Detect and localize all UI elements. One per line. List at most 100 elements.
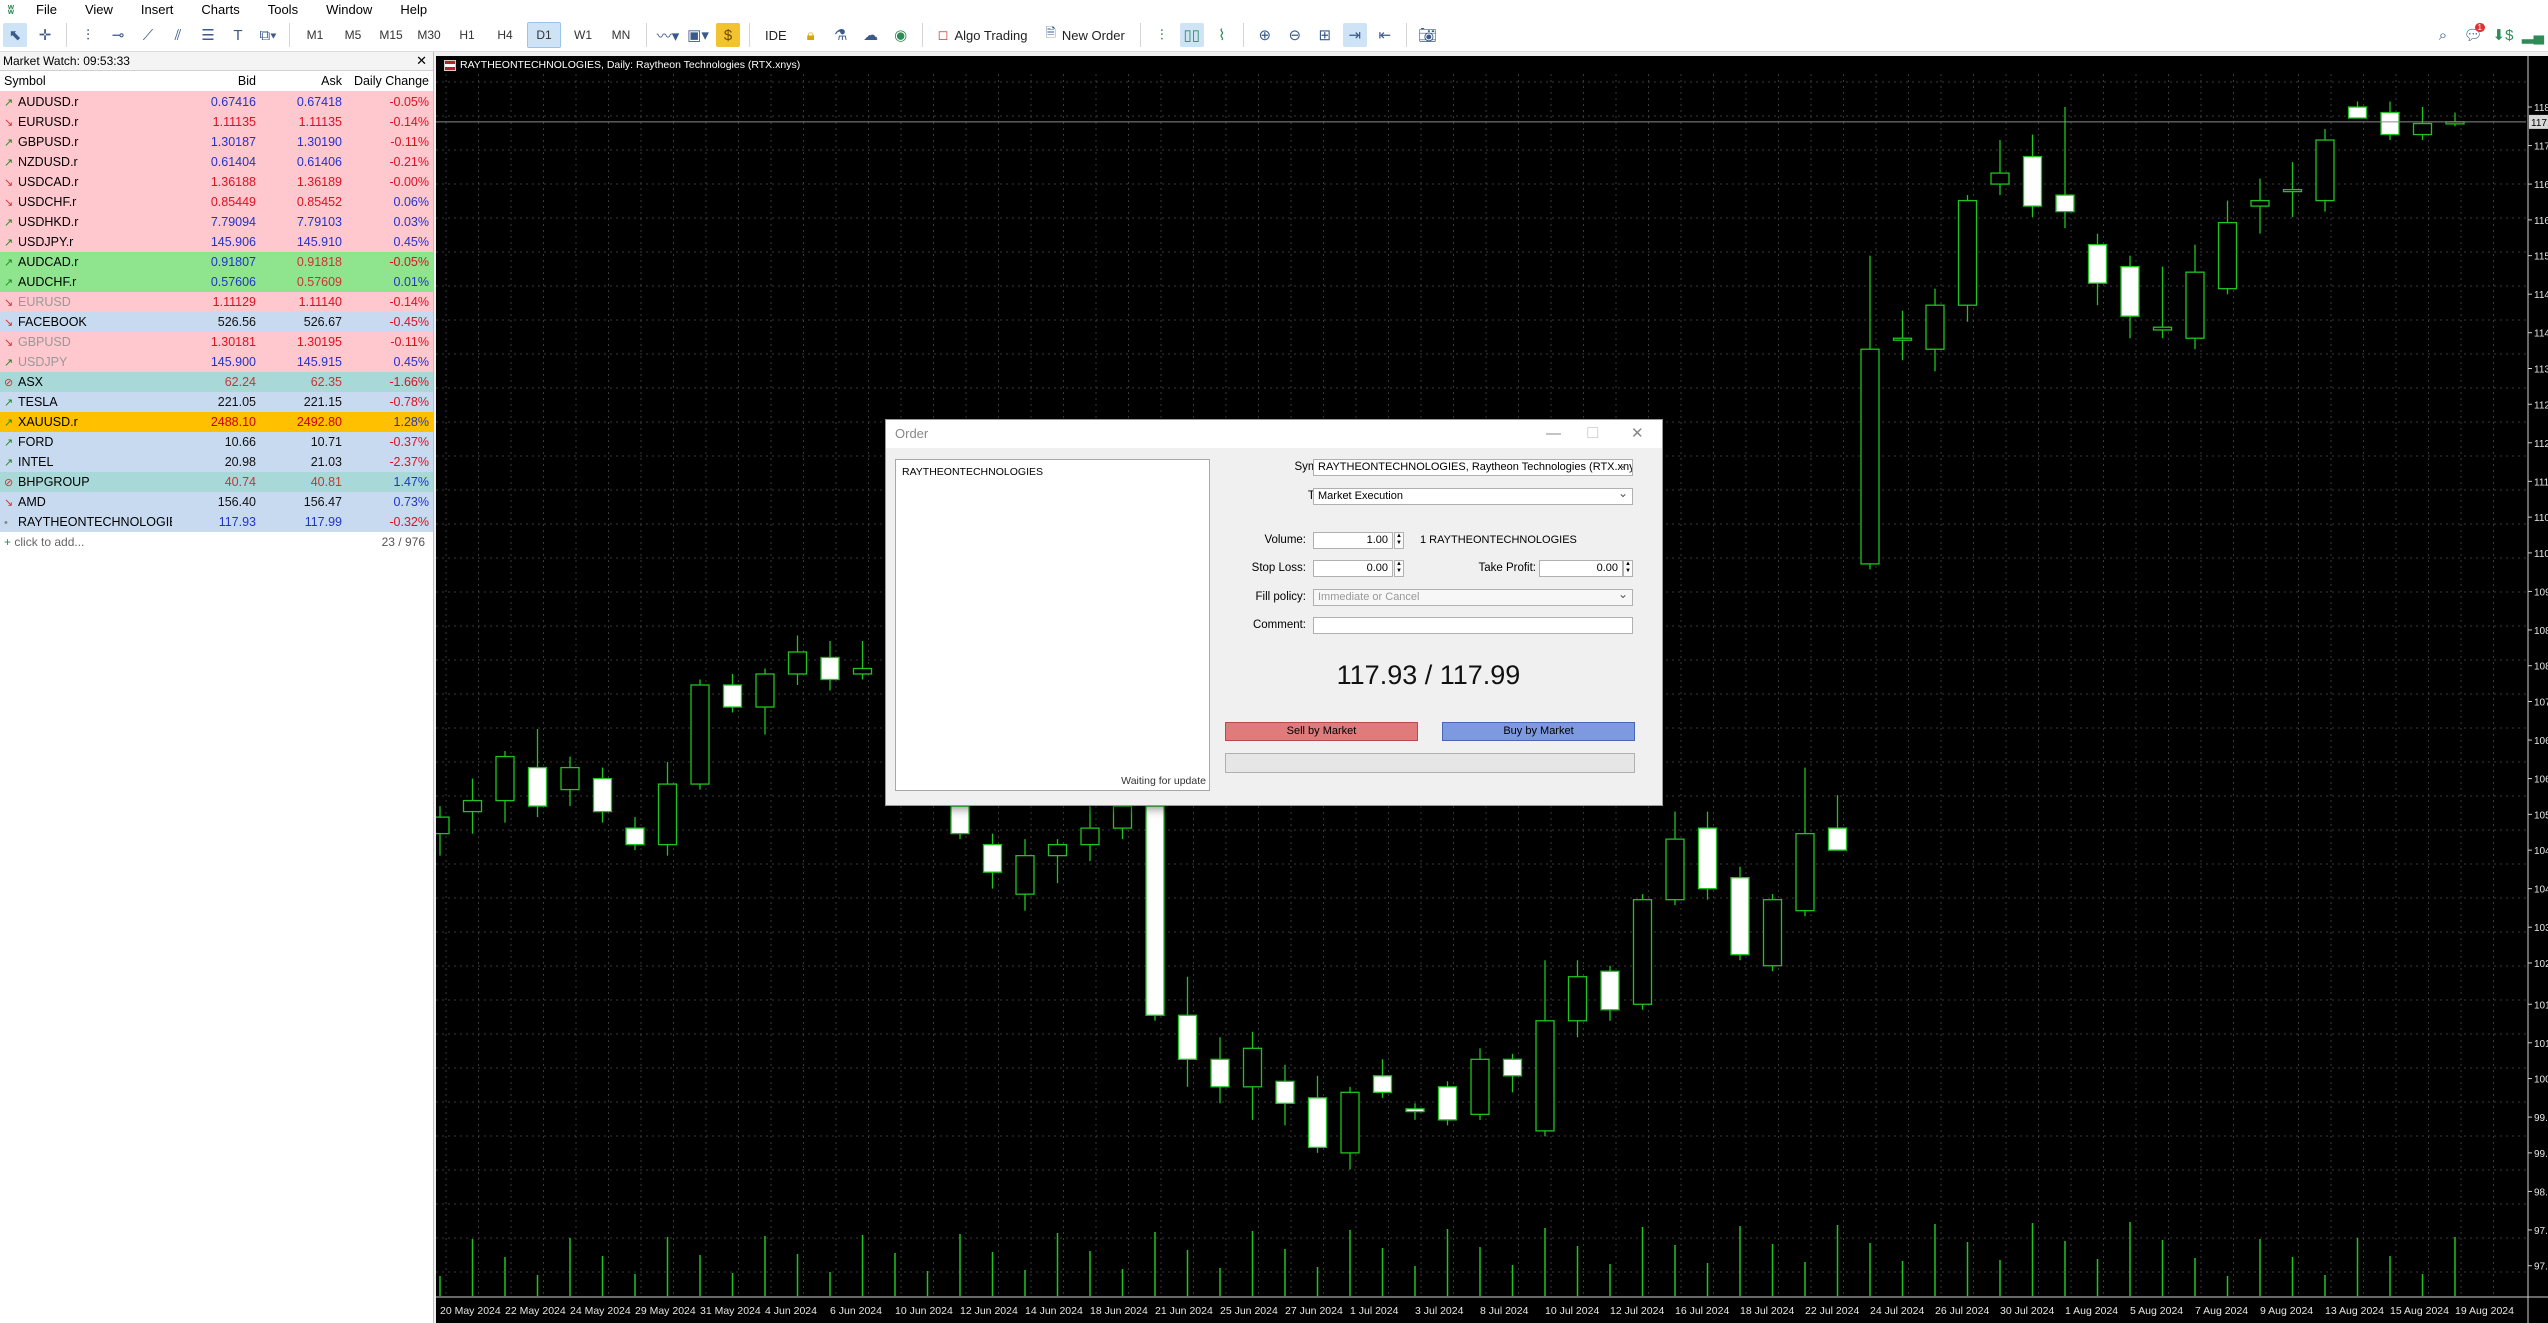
market-watch-row[interactable]: ⊘ BHPGROUP 40.74 40.81 1.47%	[0, 472, 433, 492]
candle-body[interactable]	[1990, 172, 2010, 185]
candle-body[interactable]	[560, 766, 580, 791]
candle-body[interactable]	[1177, 1014, 1198, 1060]
lock-icon[interactable]: 🔒︎	[799, 23, 823, 47]
candle-body[interactable]	[625, 827, 645, 846]
tile-windows-icon[interactable]: ⊞	[1313, 23, 1337, 47]
timeframe-w1[interactable]: W1	[567, 23, 599, 47]
type-select[interactable]: Market Execution	[1313, 488, 1633, 505]
market-watch-row[interactable]: ↘ AMD 156.40 156.47 0.73%	[0, 492, 433, 512]
market-watch-row[interactable]: ↘ USDCAD.r 1.36188 1.36189 -0.00%	[0, 172, 433, 192]
candle-body[interactable]	[1145, 805, 1165, 1016]
timeframe-mn[interactable]: MN	[605, 23, 637, 47]
candle-body[interactable]	[2282, 188, 2303, 193]
market-watch-row[interactable]: ↗ NZDUSD.r 0.61404 0.61406 -0.21%	[0, 152, 433, 172]
templates-icon[interactable]: ▣▾	[686, 23, 710, 47]
market-watch-row[interactable]: ↘ EURUSD.r 1.11135 1.11135 -0.14%	[0, 112, 433, 132]
candle-body[interactable]	[2217, 221, 2238, 290]
timeframe-m30[interactable]: M30	[413, 23, 445, 47]
ide-button[interactable]: IDE	[759, 23, 793, 47]
search-icon[interactable]: ⌕	[2431, 23, 2455, 47]
candle-body[interactable]	[1210, 1058, 1230, 1088]
candle-body[interactable]	[1795, 832, 1815, 912]
candle-body[interactable]	[592, 777, 613, 813]
candle-body[interactable]	[1307, 1097, 1328, 1149]
market-watch-row[interactable]: ↗ USDJPY 145.900 145.915 0.45%	[0, 352, 433, 372]
stop-loss-input[interactable]: 0.00	[1313, 560, 1393, 577]
candle-body[interactable]	[1567, 976, 1588, 1022]
comment-input[interactable]	[1313, 617, 1633, 634]
market-watch-row[interactable]: ↗ USDJPY.r 145.906 145.910 0.45%	[0, 232, 433, 252]
fibonacci-icon[interactable]: ☰	[196, 23, 220, 47]
shapes-icon[interactable]: ⧉▾	[256, 23, 280, 47]
market-watch-row[interactable]: ↘ USDCHF.r 0.85449 0.85452 0.06%	[0, 192, 433, 212]
candle-body[interactable]	[2412, 122, 2433, 136]
candle-body[interactable]	[2055, 194, 2075, 213]
indicators-icon[interactable]: 〰▾	[656, 23, 680, 47]
timeframe-m15[interactable]: M15	[375, 23, 407, 47]
market-watch-row[interactable]: ↗ AUDCHF.r 0.57606 0.57609 0.01%	[0, 272, 433, 292]
candle-body[interactable]	[1470, 1058, 1490, 1116]
symbol-select[interactable]: RAYTHEONTECHNOLOGIES, Raytheon Technolog…	[1313, 459, 1633, 476]
market-watch-row[interactable]: ↗ INTEL 20.98 21.03 -2.37%	[0, 452, 433, 472]
timeframe-m1[interactable]: M1	[299, 23, 331, 47]
candle-body[interactable]	[2022, 155, 2043, 207]
screenshot-icon[interactable]: 📷︎	[1416, 23, 1440, 47]
candle-body[interactable]	[690, 684, 710, 785]
account-icon[interactable]: ⬇$	[2491, 23, 2515, 47]
market-watch-row[interactable]: ↘ FACEBOOK 526.56 526.67 -0.45%	[0, 312, 433, 332]
candle-body[interactable]	[1372, 1075, 1393, 1093]
candle-body[interactable]	[1697, 827, 1718, 890]
candle-body[interactable]	[1535, 1020, 1555, 1132]
candle-body[interactable]	[852, 667, 873, 675]
zoom-out-icon[interactable]: ⊖	[1283, 23, 1307, 47]
timeframe-h4[interactable]: H4	[489, 23, 521, 47]
buy-by-market-button[interactable]: Buy by Market	[1442, 722, 1635, 741]
candle-body[interactable]	[1762, 899, 1783, 967]
candle-body[interactable]	[1275, 1080, 1295, 1104]
candle-body[interactable]	[2185, 271, 2205, 339]
tester-icon[interactable]: ⚗	[829, 23, 853, 47]
cursor-icon[interactable]: ⬉	[3, 23, 27, 47]
market-watch-row[interactable]: ↗ GBPUSD.r 1.30187 1.30190 -0.11%	[0, 132, 433, 152]
sell-by-market-button[interactable]: Sell by Market	[1225, 722, 1418, 741]
candle-body[interactable]	[2380, 111, 2400, 136]
candle-body[interactable]	[950, 805, 970, 835]
line-chart-icon[interactable]: ⌇	[1210, 23, 1234, 47]
candle-body[interactable]	[2087, 243, 2108, 284]
timeframe-d1[interactable]: D1	[527, 22, 561, 48]
signals-icon[interactable]: $	[716, 23, 740, 47]
candle-body[interactable]	[1860, 348, 1880, 565]
candle-body[interactable]	[1827, 827, 1848, 851]
candle-body[interactable]	[1892, 337, 1913, 341]
close-icon[interactable]: ✕	[416, 52, 427, 70]
algo-trading-button[interactable]: ◻ Algo Trading	[932, 23, 1034, 47]
market-watch-row[interactable]: ↗ FORD 10.66 10.71 -0.37%	[0, 432, 433, 452]
market-watch-row[interactable]: ↗ TESLA 221.05 221.15 -0.78%	[0, 392, 433, 412]
take-profit-input[interactable]: 0.00	[1539, 560, 1623, 577]
minimize-icon[interactable]: —	[1546, 420, 1561, 448]
candle-body[interactable]	[1405, 1108, 1425, 1113]
candle-body[interactable]	[1925, 304, 1945, 350]
menu-charts[interactable]: Charts	[187, 0, 253, 19]
candle-body[interactable]	[2250, 199, 2270, 207]
candle-body[interactable]	[1080, 827, 1100, 846]
candle-body[interactable]	[2152, 326, 2173, 331]
candle-body[interactable]	[982, 843, 1003, 873]
market-watch-row[interactable]: ↗ AUDCAD.r 0.91807 0.91818 -0.05%	[0, 252, 433, 272]
maximize-icon[interactable]: ☐	[1586, 420, 1599, 448]
click-to-add-row[interactable]: + click to add... 23 / 976	[0, 532, 433, 552]
menu-help[interactable]: Help	[386, 0, 441, 19]
candle-body[interactable]	[1047, 843, 1068, 857]
candle-body[interactable]	[527, 766, 548, 807]
horizontal-line-icon[interactable]: ⊸	[106, 23, 130, 47]
candle-body[interactable]	[1437, 1086, 1458, 1121]
equidistant-channel-icon[interactable]: ⫽	[166, 23, 190, 47]
candle-body[interactable]	[1957, 199, 1978, 306]
zoom-in-icon[interactable]: ⊕	[1253, 23, 1277, 47]
autoscroll-icon[interactable]: ⇥	[1342, 23, 1367, 47]
candle-body[interactable]	[2120, 266, 2140, 317]
menu-window[interactable]: Window	[312, 0, 386, 19]
candle-body[interactable]	[2315, 139, 2335, 202]
candle-body[interactable]	[1632, 899, 1653, 1005]
column-header-daily-change[interactable]: Daily Change	[346, 71, 433, 91]
